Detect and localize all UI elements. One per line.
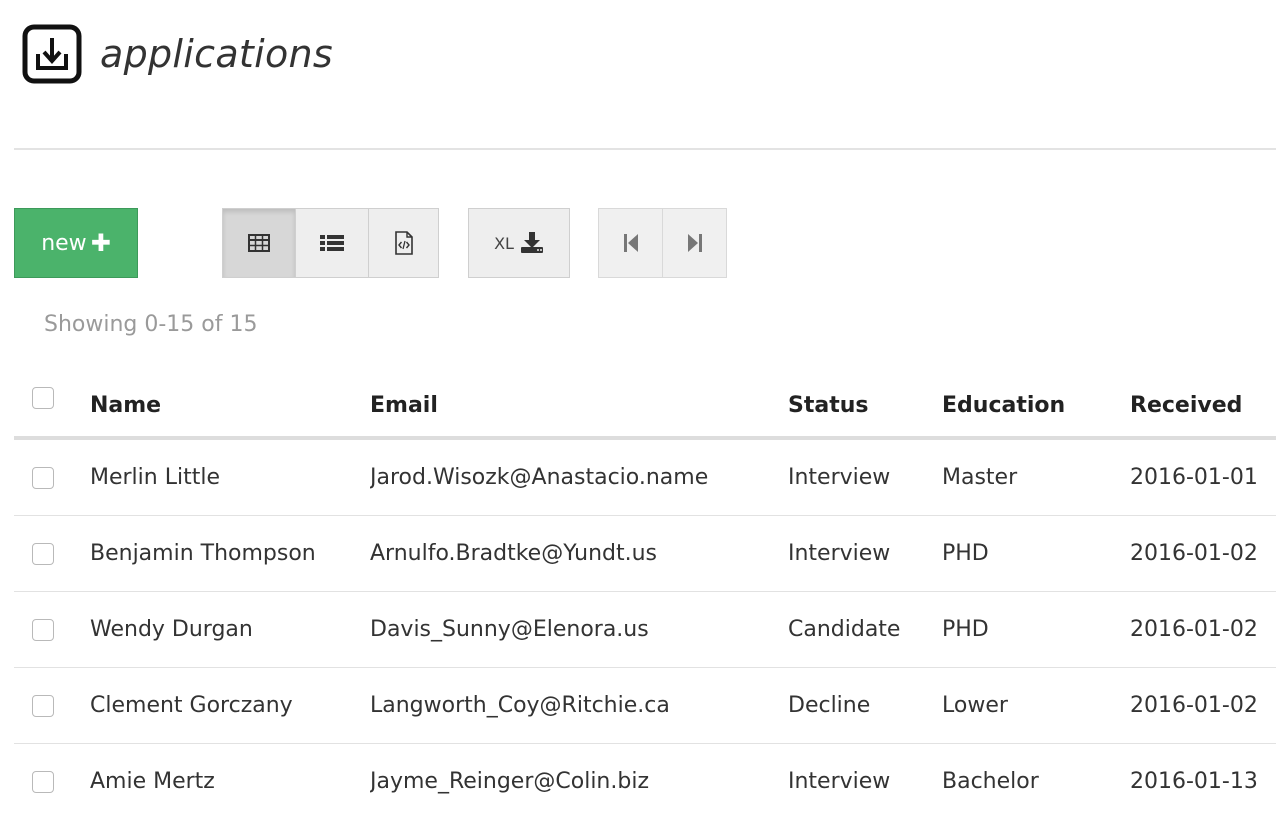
table-row[interactable]: Amie Mertz Jayme_Reinger@Colin.biz Inter… [14,744,1276,819]
row-checkbox[interactable] [32,771,54,793]
first-page-button[interactable] [598,208,663,278]
row-select-cell [14,744,90,819]
cell-name: Merlin Little [90,438,370,516]
column-header-email[interactable]: Email [370,352,788,438]
column-header-name[interactable]: Name [90,352,370,438]
cell-email: Arnulfo.Bradtke@Yundt.us [370,516,788,592]
column-header-education[interactable]: Education [942,352,1130,438]
row-checkbox[interactable] [32,543,54,565]
new-button[interactable]: new ✚ [14,208,138,278]
cell-received: 2016-01-01 [1130,438,1276,516]
new-button-label: new [41,231,86,256]
table-row[interactable]: Benjamin Thompson Arnulfo.Bradtke@Yundt.… [14,516,1276,592]
row-select-cell [14,592,90,668]
cell-name: Wendy Durgan [90,592,370,668]
column-header-status[interactable]: Status [788,352,942,438]
list-icon [320,234,344,252]
cell-status: Interview [788,744,942,819]
code-file-icon [394,231,414,255]
code-view-button[interactable] [368,208,439,278]
row-checkbox[interactable] [32,619,54,641]
download-icon [520,232,544,254]
column-header-received[interactable]: Received [1130,352,1276,438]
select-all-checkbox[interactable] [32,387,54,409]
export-xl-button[interactable]: XL [468,208,570,278]
cell-education: Lower [942,668,1130,744]
pagination-nav-group [598,208,727,278]
last-page-button[interactable] [662,208,727,278]
download-tray-icon [22,24,82,84]
cell-education: PHD [942,592,1130,668]
table-row[interactable]: Merlin Little Jarod.Wisozk@Anastacio.nam… [14,438,1276,516]
cell-received: 2016-01-02 [1130,668,1276,744]
table-row[interactable]: Wendy Durgan Davis_Sunny@Elenora.us Cand… [14,592,1276,668]
page-title: applications [100,35,333,73]
last-page-icon [687,233,703,253]
cell-education: PHD [942,516,1130,592]
page-header: applications [22,22,333,86]
list-view-button[interactable] [295,208,369,278]
cell-education: Bachelor [942,744,1130,819]
cell-name: Benjamin Thompson [90,516,370,592]
cell-status: Interview [788,438,942,516]
row-checkbox[interactable] [32,695,54,717]
pagination-summary: Showing 0-15 of 15 [44,312,258,337]
cell-name: Amie Mertz [90,744,370,819]
cell-status: Decline [788,668,942,744]
row-select-cell [14,668,90,744]
row-checkbox[interactable] [32,467,54,489]
cell-status: Interview [788,516,942,592]
cell-received: 2016-01-13 [1130,744,1276,819]
cell-name: Clement Gorczany [90,668,370,744]
row-select-cell [14,438,90,516]
cell-email: Jayme_Reinger@Colin.biz [370,744,788,819]
export-group: XL [468,208,570,278]
table-grid-icon [248,234,270,252]
cell-education: Master [942,438,1130,516]
first-page-icon [623,233,639,253]
cell-received: 2016-01-02 [1130,516,1276,592]
view-mode-group [222,208,439,278]
select-all-cell [14,352,90,438]
plus-icon: ✚ [91,229,111,257]
applications-table: Name Email Status Education Received Mer… [14,352,1276,819]
cell-email: Langworth_Coy@Ritchie.ca [370,668,788,744]
cell-email: Jarod.Wisozk@Anastacio.name [370,438,788,516]
cell-email: Davis_Sunny@Elenora.us [370,592,788,668]
table-view-button[interactable] [222,208,296,278]
header-divider [14,148,1276,150]
table-header-row: Name Email Status Education Received [14,352,1276,438]
export-xl-label: XL [494,234,514,253]
cell-received: 2016-01-02 [1130,592,1276,668]
table-row[interactable]: Clement Gorczany Langworth_Coy@Ritchie.c… [14,668,1276,744]
row-select-cell [14,516,90,592]
cell-status: Candidate [788,592,942,668]
